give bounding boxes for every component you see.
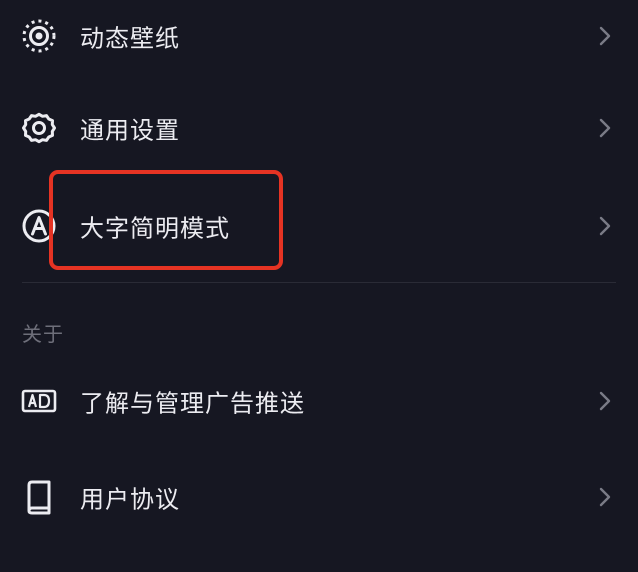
settings-item-ad-management[interactable]: 了解与管理广告推送 xyxy=(0,365,638,437)
settings-item-label: 动态壁纸 xyxy=(80,24,180,53)
gear-icon xyxy=(20,109,58,147)
highlight-box xyxy=(49,170,283,270)
book-icon xyxy=(20,478,58,516)
section-header-about: 关于 xyxy=(22,322,64,346)
chevron-right-icon xyxy=(598,117,612,139)
settings-item-user-agreement[interactable]: 用户协议 xyxy=(0,461,638,533)
section-divider xyxy=(22,282,616,283)
settings-item-live-wallpaper[interactable]: 动态壁纸 xyxy=(0,0,638,72)
chevron-right-icon xyxy=(598,25,612,47)
chevron-right-icon xyxy=(598,215,612,237)
settings-item-label: 通用设置 xyxy=(80,116,180,145)
ad-icon xyxy=(20,382,58,420)
live-wallpaper-icon xyxy=(20,17,58,55)
settings-item-label: 用户协议 xyxy=(80,485,180,514)
settings-item-label: 了解与管理广告推送 xyxy=(80,389,305,418)
chevron-right-icon xyxy=(598,390,612,412)
chevron-right-icon xyxy=(598,486,612,508)
settings-item-general[interactable]: 通用设置 xyxy=(0,92,638,164)
